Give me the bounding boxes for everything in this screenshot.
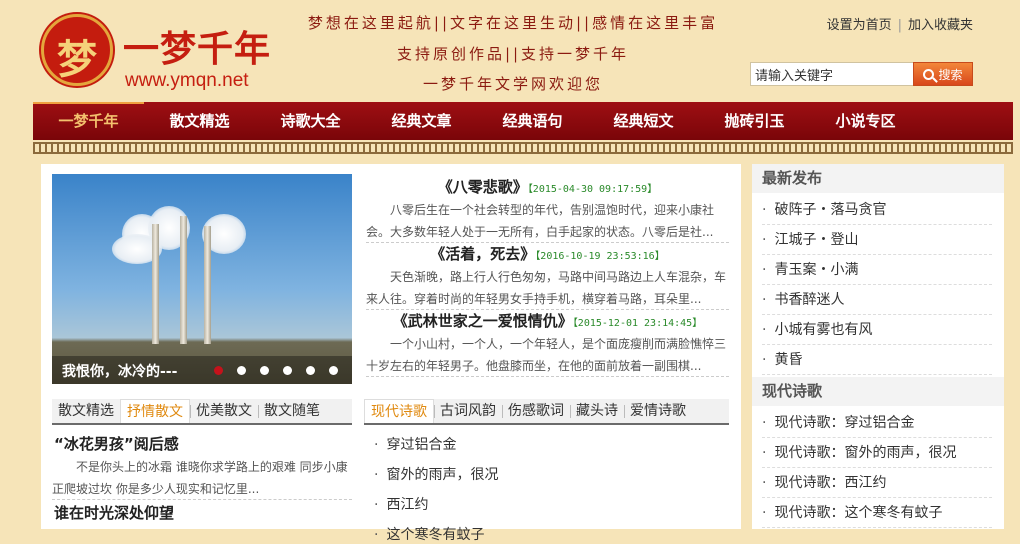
prose-featured-title[interactable]: “冰花男孩”阅后感: [54, 433, 179, 454]
sidebar-item[interactable]: · 现代诗歌：这个寒冬有蚊子: [762, 498, 992, 528]
chimney: [204, 226, 211, 344]
slogan-line-3: 一梦千年文学网欢迎您: [422, 75, 603, 93]
tab-sad-lyrics[interactable]: 伤感歌词: [502, 399, 570, 423]
logo-url: www.ymqn.net: [125, 70, 249, 91]
nav-item-prose[interactable]: 散文精选: [144, 102, 255, 140]
article-date: 【2016-10-19 23:53:16】: [535, 251, 665, 262]
search-bar: 搜索: [750, 62, 973, 86]
article-excerpt: 天色渐晚，路上行人行色匆匆，马路中间马路边上人车混杂，车来人往。穿着时尚的年轻男…: [366, 266, 729, 310]
slider-caption[interactable]: 我恨你，冰冷的---: [62, 361, 177, 381]
slider-dot[interactable]: [283, 366, 292, 375]
slogan-line-2: 支持原创作品||支持一梦千年: [396, 45, 630, 63]
prose-second-title[interactable]: 谁在时光深处仰望: [54, 502, 174, 523]
nav-item-forum[interactable]: 抛砖引玉: [699, 102, 810, 140]
article-title-line: 《活着，死去》【2016-10-19 23:53:16】: [366, 243, 729, 264]
tab-love-poems[interactable]: 爱情诗歌: [624, 399, 692, 423]
prose-tabs: 散文精选 抒情散文 优美散文 散文随笔: [52, 399, 352, 425]
slider-dot[interactable]: [329, 366, 338, 375]
sidebar-item[interactable]: · 青玉案・小满: [762, 255, 992, 285]
main-nav: 一梦千年 散文精选 诗歌大全 经典文章 经典语句 经典短文 抛砖引玉 小说专区: [33, 102, 1013, 140]
sidebar-item[interactable]: · 现代诗歌：西江约: [762, 468, 992, 498]
nav-item-novels[interactable]: 小说专区: [810, 102, 921, 140]
top-links: 设置为首页 | 加入收藏夹: [826, 18, 973, 33]
featured-article: 《八零悲歌》【2015-04-30 09:17:59】 八零后生在一个社会转型的…: [366, 176, 729, 243]
site-header: 梦 一梦千年 www.ymqn.net 梦想在这里起航||文字在这里生动||感情…: [33, 0, 1013, 102]
sidebar-item[interactable]: · 书香醉迷人: [762, 285, 992, 315]
nav-item-classic-articles[interactable]: 经典文章: [366, 102, 477, 140]
logo-title: 一梦千年: [123, 28, 272, 70]
nav-item-poetry[interactable]: 诗歌大全: [255, 102, 366, 140]
sidebar-item[interactable]: · 现代诗歌：窗外的雨声，很况: [762, 438, 992, 468]
chimney: [180, 216, 187, 344]
article-title[interactable]: 《八零悲歌》: [438, 178, 528, 196]
search-button[interactable]: 搜索: [913, 62, 973, 86]
slider-dot[interactable]: [237, 366, 246, 375]
article-title-line: 《八零悲歌》【2015-04-30 09:17:59】: [366, 176, 729, 197]
search-button-label: 搜索: [938, 67, 963, 82]
list-item[interactable]: · 这个寒冬有蚊子: [374, 524, 484, 544]
tab-lyrical-prose[interactable]: 抒情散文: [120, 399, 190, 423]
slider-dot[interactable]: [260, 366, 269, 375]
tab-classical-ci[interactable]: 古词风韵: [434, 399, 502, 423]
decorative-border: [33, 140, 1013, 156]
modern-poetry-heading: 现代诗歌: [752, 377, 1004, 406]
tab-modern-poetry[interactable]: 现代诗歌: [364, 399, 434, 423]
prose-featured-excerpt: 不是你头上的冰霜 谁晓你求学路上的艰难 同步小康正爬坡过坎 你是多少人现实和记忆…: [52, 456, 352, 500]
slider-dot[interactable]: [214, 366, 223, 375]
right-sidebar: 最新发布 · 破阵子・落马贪官 · 江城子・登山 · 青玉案・小满 · 书香醉迷人 · 小…: [752, 164, 1004, 529]
article-excerpt: 八零后生在一个社会转型的年代，告别温饱时代，迎来小康社会。大多数年轻人处于一无所…: [366, 199, 729, 243]
search-input[interactable]: [750, 62, 914, 86]
nav-item-short-essays[interactable]: 经典短文: [588, 102, 699, 140]
logo-emblem: 梦: [41, 14, 113, 86]
sidebar-item[interactable]: · 小城有雾也有风: [762, 315, 992, 345]
search-icon: [923, 68, 935, 80]
article-title[interactable]: 《活着，死去》: [430, 245, 535, 263]
article-excerpt: 一个小山村，一个人，一个年轻人，是个面庞瘦削而满脸憔悴三十岁左右的年轻男子。他盘…: [366, 333, 729, 377]
article-title[interactable]: 《武林世家之一爱恨情仇》: [393, 312, 573, 330]
article-date: 【2015-12-01 23:14:45】: [572, 318, 703, 329]
list-item[interactable]: · 窗外的雨声，很况: [374, 464, 498, 484]
chimney: [152, 224, 159, 344]
latest-posts-heading: 最新发布: [752, 164, 1004, 193]
featured-article: 《活着，死去》【2016-10-19 23:53:16】 天色渐晚，路上行人行色…: [366, 243, 729, 310]
tab-prose-essays[interactable]: 散文随笔: [258, 399, 326, 423]
article-title-line: 《武林世家之一爱恨情仇》【2015-12-01 23:14:45】: [366, 310, 729, 331]
main-content: 我恨你，冰冷的--- 《八零悲歌》【2015-04-30 09:17:59】 八…: [41, 164, 741, 543]
list-item[interactable]: · 西江约: [374, 494, 428, 514]
sidebar-item[interactable]: · 破阵子・落马贪官: [762, 195, 992, 225]
slogan-line-1: 梦想在这里起航||文字在这里生动||感情在这里丰富: [307, 14, 719, 32]
featured-article: 《武林世家之一爱恨情仇》【2015-12-01 23:14:45】 一个小山村，…: [366, 310, 729, 377]
poetry-tabs: 现代诗歌 古词风韵 伤感歌词 藏头诗 爱情诗歌: [364, 399, 729, 425]
set-homepage-link[interactable]: 设置为首页: [827, 18, 892, 33]
sidebar-item[interactable]: · 黄昏: [762, 345, 992, 375]
nav-item-classic-quotes[interactable]: 经典语句: [477, 102, 588, 140]
tab-prose-selected[interactable]: 散文精选: [52, 399, 120, 423]
image-slider[interactable]: 我恨你，冰冷的---: [52, 174, 352, 384]
tab-beautiful-prose[interactable]: 优美散文: [190, 399, 258, 423]
add-favorite-link[interactable]: 加入收藏夹: [908, 18, 973, 33]
slider-dot[interactable]: [306, 366, 315, 375]
nav-item-home[interactable]: 一梦千年: [33, 102, 144, 140]
article-date: 【2015-04-30 09:17:59】: [527, 184, 658, 195]
logo-glyph: 梦: [57, 36, 97, 83]
sidebar-item[interactable]: · 现代诗歌：穿过铝合金: [762, 408, 992, 438]
slider-dots: [214, 366, 338, 375]
site-logo[interactable]: 梦 一梦千年 www.ymqn.net: [41, 10, 281, 91]
sidebar-item[interactable]: · 江城子・登山: [762, 225, 992, 255]
tab-acrostic-poems[interactable]: 藏头诗: [570, 399, 624, 423]
list-item[interactable]: · 穿过铝合金: [374, 434, 456, 454]
